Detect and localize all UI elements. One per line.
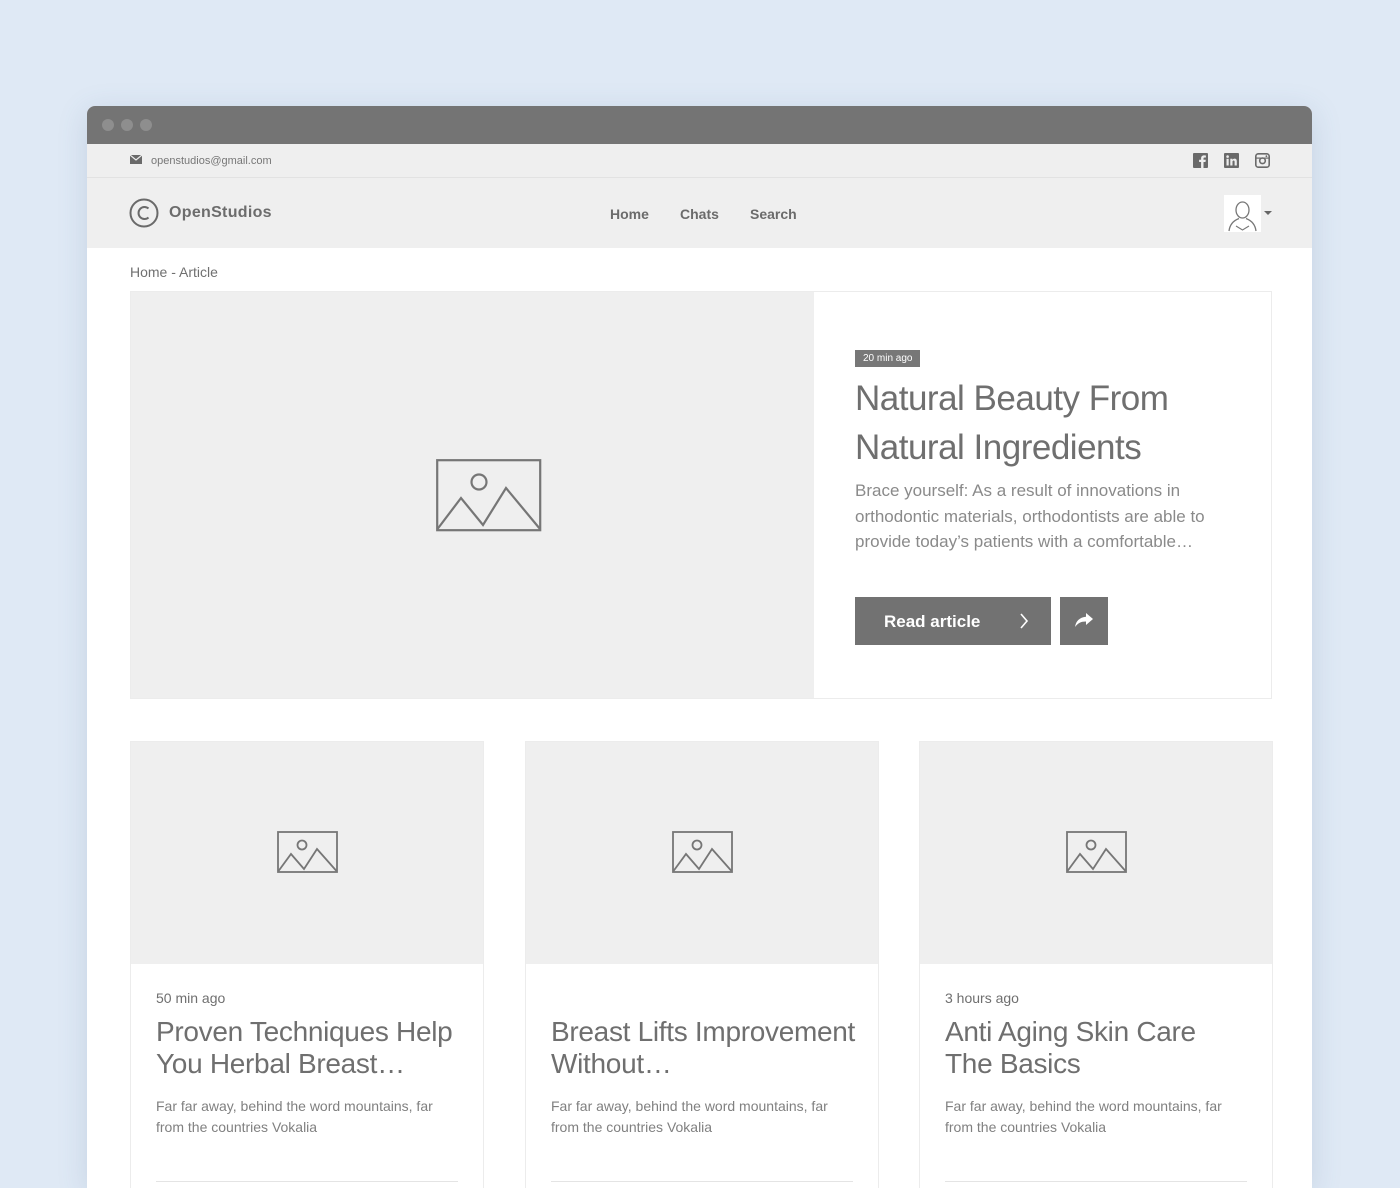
window-titlebar [87, 106, 1312, 144]
chevron-right-icon [1020, 613, 1029, 629]
logo-text[interactable]: OpenStudios [169, 204, 272, 222]
nav-link-chats[interactable]: Chats [680, 206, 719, 222]
featured-description: Brace yourself: As a result of innovatio… [855, 481, 1205, 551]
featured-image-placeholder[interactable] [131, 292, 814, 698]
contact-email[interactable]: openstudios@gmail.com [151, 155, 272, 167]
card-description: Far far away, behind the word mountains,… [551, 1098, 828, 1135]
image-placeholder-icon [672, 831, 733, 873]
card-image-placeholder[interactable] [131, 742, 483, 964]
article-card[interactable]: Breast Lifts Improvement Without… Far fa… [525, 741, 879, 1188]
mail-icon [130, 155, 142, 164]
chevron-down-icon[interactable] [1264, 211, 1272, 215]
featured-title[interactable]: Natural Beauty From Natural Ingredients [855, 374, 1235, 472]
read-article-button[interactable]: Read article [855, 597, 1051, 645]
article-card[interactable]: 50 min ago Proven Techniques Help You He… [130, 741, 484, 1188]
card-image-placeholder[interactable] [526, 742, 878, 964]
nav-link-search[interactable]: Search [750, 206, 797, 222]
card-title[interactable]: Proven Techniques Help You Herbal Breast… [156, 1016, 461, 1080]
logo-copyright-icon[interactable] [129, 198, 159, 228]
card-description: Far far away, behind the word mountains,… [945, 1098, 1222, 1135]
window-maximize-dot[interactable] [140, 119, 152, 131]
facebook-icon[interactable] [1193, 153, 1208, 168]
image-placeholder-icon [1066, 831, 1127, 873]
instagram-icon[interactable] [1255, 153, 1270, 168]
user-icon [1228, 201, 1257, 232]
article-card[interactable]: 3 hours ago Anti Aging Skin Care The Bas… [919, 741, 1273, 1188]
card-divider [945, 1181, 1247, 1182]
linkedin-icon[interactable] [1224, 153, 1239, 168]
breadcrumb[interactable]: Home - Article [130, 264, 218, 280]
main-navbar: OpenStudios Home Chats Search [87, 178, 1312, 248]
card-time: 3 hours ago [945, 990, 1019, 1006]
contact-bar: openstudios@gmail.com [87, 144, 1312, 178]
card-title[interactable]: Anti Aging Skin Care The Basics [945, 1016, 1250, 1080]
time-badge: 20 min ago [855, 350, 921, 367]
card-time: 50 min ago [156, 990, 226, 1006]
image-placeholder-icon [436, 459, 542, 532]
card-divider [551, 1181, 853, 1182]
window-close-dot[interactable] [102, 119, 114, 131]
card-title[interactable]: Breast Lifts Improvement Without… [551, 1016, 856, 1080]
nav-link-home[interactable]: Home [610, 206, 649, 222]
card-description: Far far away, behind the word mountains,… [156, 1098, 433, 1135]
share-button[interactable] [1060, 597, 1108, 645]
browser-window: openstudios@gmail.com OpenStudios Home C… [87, 106, 1312, 1188]
card-image-placeholder[interactable] [920, 742, 1272, 964]
image-placeholder-icon [277, 831, 338, 873]
read-article-label: Read article [884, 612, 981, 631]
card-divider [156, 1181, 458, 1182]
avatar[interactable] [1224, 195, 1261, 232]
featured-article: 20 min ago Natural Beauty From Natural I… [130, 291, 1272, 699]
share-icon [1075, 613, 1093, 627]
window-minimize-dot[interactable] [121, 119, 133, 131]
